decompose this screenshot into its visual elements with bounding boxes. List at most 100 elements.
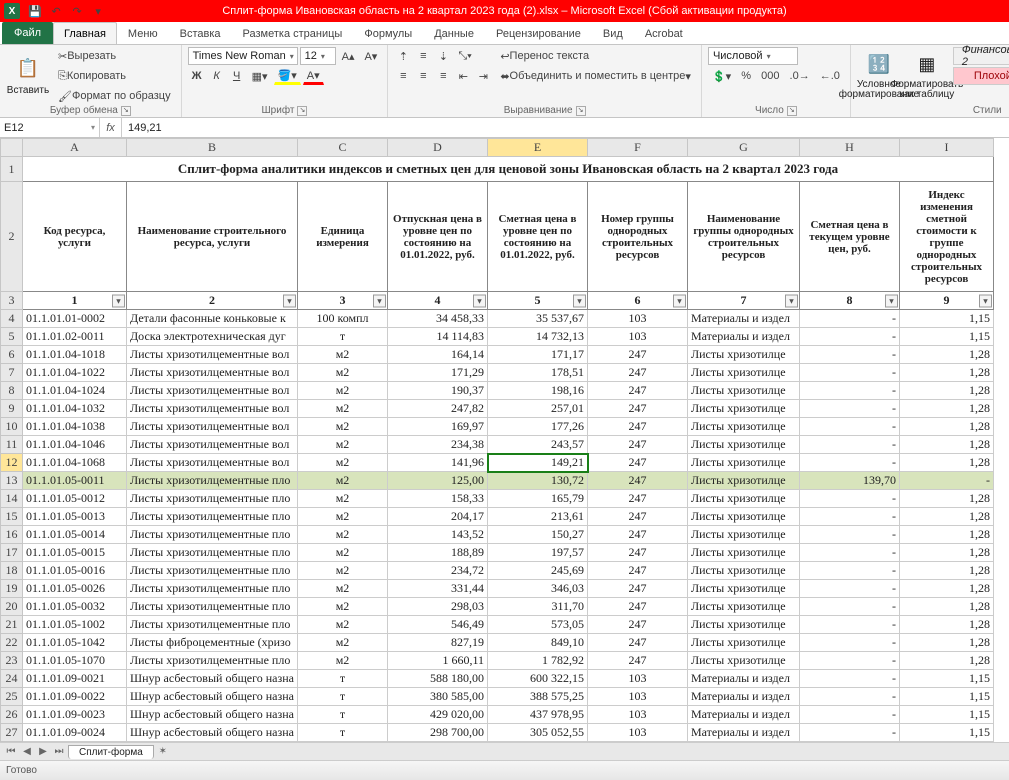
cell-G7[interactable]: Листы хризотилце xyxy=(688,364,800,382)
cell-F10[interactable]: 247 xyxy=(588,418,688,436)
tab-insert[interactable]: Вставка xyxy=(169,22,232,44)
cell-G12[interactable]: Листы хризотилце xyxy=(688,454,800,472)
row-header-3[interactable]: 3 xyxy=(1,292,23,310)
col-header-D[interactable]: D xyxy=(388,139,488,157)
cell-A25[interactable]: 01.1.01.09-0022 xyxy=(23,688,127,706)
cell-D9[interactable]: 247,82 xyxy=(388,400,488,418)
cell-I10[interactable]: 1,28 xyxy=(900,418,994,436)
cell-H27[interactable]: - xyxy=(800,724,900,742)
cell-H22[interactable]: - xyxy=(800,634,900,652)
cell-I17[interactable]: 1,28 xyxy=(900,544,994,562)
cell-B19[interactable]: Листы хризотилцементные пло xyxy=(127,580,298,598)
row-header-21[interactable]: 21 xyxy=(1,616,23,634)
cell-C18[interactable]: м2 xyxy=(298,562,388,580)
cell-F23[interactable]: 247 xyxy=(588,652,688,670)
cell-I13[interactable]: - xyxy=(900,472,994,490)
font-color-button[interactable]: A▾ xyxy=(303,67,324,85)
fill-color-button[interactable]: 🪣▾ xyxy=(274,67,301,85)
sheet-nav-next[interactable]: ▶ xyxy=(36,746,50,757)
cell-F6[interactable]: 247 xyxy=(588,346,688,364)
cell-B17[interactable]: Листы хризотилцементные пло xyxy=(127,544,298,562)
style-bad[interactable]: Плохой xyxy=(953,67,1009,85)
formula-input[interactable]: 149,21 xyxy=(122,118,1009,137)
font-launcher[interactable]: ↘ xyxy=(297,106,307,116)
cell-G27[interactable]: Материалы и издел xyxy=(688,724,800,742)
cell-A4[interactable]: 01.1.01.01-0002 xyxy=(23,310,127,328)
row-header-4[interactable]: 4 xyxy=(1,310,23,328)
col-header-G[interactable]: G xyxy=(688,139,800,157)
copy-button[interactable]: ⎘ Копировать xyxy=(54,67,130,85)
cell-B9[interactable]: Листы хризотилцементные вол xyxy=(127,400,298,418)
orientation-button[interactable]: ⤡▾ xyxy=(454,47,475,65)
header-E[interactable]: Сметная цена в уровне цен по состоянию н… xyxy=(488,182,588,292)
cell-G17[interactable]: Листы хризотилце xyxy=(688,544,800,562)
tab-layout[interactable]: Разметка страницы xyxy=(232,22,354,44)
cell-D17[interactable]: 188,89 xyxy=(388,544,488,562)
row-header-27[interactable]: 27 xyxy=(1,724,23,742)
row-header-18[interactable]: 18 xyxy=(1,562,23,580)
cell-A16[interactable]: 01.1.01.05-0014 xyxy=(23,526,127,544)
cell-E13[interactable]: 130,72 xyxy=(488,472,588,490)
cell-I7[interactable]: 1,28 xyxy=(900,364,994,382)
cell-E7[interactable]: 178,51 xyxy=(488,364,588,382)
save-icon[interactable]: 💾 xyxy=(26,3,44,19)
increase-indent-button[interactable]: ⇥ xyxy=(474,67,492,85)
cell-D11[interactable]: 234,38 xyxy=(388,436,488,454)
undo-icon[interactable]: ↶ xyxy=(47,3,65,19)
header-B[interactable]: Наименование строительного ресурса, услу… xyxy=(127,182,298,292)
filter-button-6[interactable]: ▾ xyxy=(673,294,686,307)
cell-A21[interactable]: 01.1.01.05-1002 xyxy=(23,616,127,634)
cell-F5[interactable]: 103 xyxy=(588,328,688,346)
cell-H7[interactable]: - xyxy=(800,364,900,382)
cell-G5[interactable]: Материалы и издел xyxy=(688,328,800,346)
cell-A20[interactable]: 01.1.01.05-0032 xyxy=(23,598,127,616)
colnum-1[interactable]: 1▾ xyxy=(23,292,127,310)
cell-E4[interactable]: 35 537,67 xyxy=(488,310,588,328)
cell-C15[interactable]: м2 xyxy=(298,508,388,526)
cell-B4[interactable]: Детали фасонные коньковые к xyxy=(127,310,298,328)
filter-button-4[interactable]: ▾ xyxy=(473,294,486,307)
merge-center-button[interactable]: ⬌ Объединить и поместить в центре ▾ xyxy=(496,67,695,85)
filter-button-8[interactable]: ▾ xyxy=(885,294,898,307)
style-finance-2[interactable]: Финансовый 2 xyxy=(953,47,1009,65)
sheet-title[interactable]: Сплит-форма аналитики индексов и сметных… xyxy=(23,157,994,182)
cell-E9[interactable]: 257,01 xyxy=(488,400,588,418)
align-center-button[interactable]: ≡ xyxy=(414,67,432,85)
cell-B21[interactable]: Листы хризотилцементные пло xyxy=(127,616,298,634)
font-size-combo[interactable]: 12▾ xyxy=(300,47,336,65)
align-middle-button[interactable]: ≡ xyxy=(414,47,432,65)
cell-G16[interactable]: Листы хризотилце xyxy=(688,526,800,544)
cell-F12[interactable]: 247 xyxy=(588,454,688,472)
row-header-20[interactable]: 20 xyxy=(1,598,23,616)
cell-C11[interactable]: м2 xyxy=(298,436,388,454)
cell-B16[interactable]: Листы хризотилцементные пло xyxy=(127,526,298,544)
cell-I22[interactable]: 1,28 xyxy=(900,634,994,652)
cell-B8[interactable]: Листы хризотилцементные вол xyxy=(127,382,298,400)
cell-E24[interactable]: 600 322,15 xyxy=(488,670,588,688)
cell-B11[interactable]: Листы хризотилцементные вол xyxy=(127,436,298,454)
cell-I4[interactable]: 1,15 xyxy=(900,310,994,328)
cell-I18[interactable]: 1,28 xyxy=(900,562,994,580)
cell-G18[interactable]: Листы хризотилце xyxy=(688,562,800,580)
cell-D7[interactable]: 171,29 xyxy=(388,364,488,382)
cell-D27[interactable]: 298 700,00 xyxy=(388,724,488,742)
cell-C9[interactable]: м2 xyxy=(298,400,388,418)
cell-D6[interactable]: 164,14 xyxy=(388,346,488,364)
cell-B22[interactable]: Листы фиброцементные (хризо xyxy=(127,634,298,652)
row-header-8[interactable]: 8 xyxy=(1,382,23,400)
cell-D25[interactable]: 380 585,00 xyxy=(388,688,488,706)
cell-D19[interactable]: 331,44 xyxy=(388,580,488,598)
cell-E19[interactable]: 346,03 xyxy=(488,580,588,598)
col-header-E[interactable]: E xyxy=(488,139,588,157)
cell-G25[interactable]: Материалы и издел xyxy=(688,688,800,706)
cell-I16[interactable]: 1,28 xyxy=(900,526,994,544)
cell-I11[interactable]: 1,28 xyxy=(900,436,994,454)
currency-button[interactable]: 💲▾ xyxy=(708,67,735,85)
cell-H17[interactable]: - xyxy=(800,544,900,562)
cell-H13[interactable]: 139,70 xyxy=(800,472,900,490)
tab-acrobat[interactable]: Acrobat xyxy=(634,22,694,44)
cell-H25[interactable]: - xyxy=(800,688,900,706)
cell-G4[interactable]: Материалы и издел xyxy=(688,310,800,328)
cell-I23[interactable]: 1,28 xyxy=(900,652,994,670)
row-header-5[interactable]: 5 xyxy=(1,328,23,346)
